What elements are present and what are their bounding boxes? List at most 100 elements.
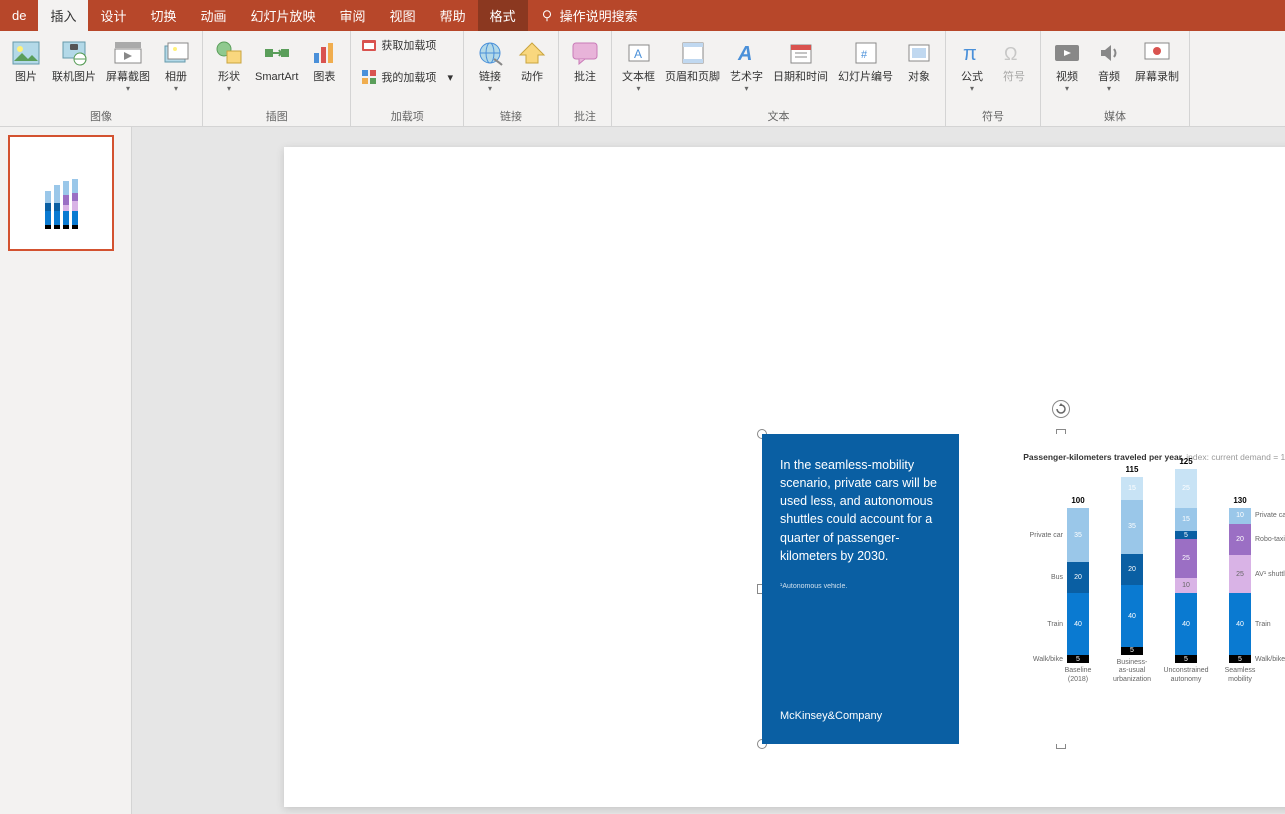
tab-animation[interactable]: 动画: [189, 0, 239, 31]
store-icon: [361, 37, 377, 53]
slide-thumbnail-1[interactable]: [8, 135, 114, 251]
chart-headline: In the seamless-mobility scenario, priva…: [780, 456, 941, 565]
workspace: In the seamless-mobility scenario, priva…: [0, 127, 1285, 814]
textbox-button[interactable]: A 文本框▾: [618, 35, 659, 95]
addins-icon: [361, 69, 377, 85]
group-text: A 文本框▾ 页眉和页脚 A 艺术字▾ 日期和时间 # 幻灯片编号 对象: [612, 31, 946, 126]
datetime-icon: [785, 37, 817, 69]
screenrec-button[interactable]: 屏幕录制: [1131, 35, 1183, 86]
datetime-button[interactable]: 日期和时间: [769, 35, 832, 86]
pictures-button[interactable]: 图片: [6, 35, 46, 86]
online-picture-icon: [58, 37, 90, 69]
object-button[interactable]: 对象: [899, 35, 939, 86]
bar-column: 125540102551525Unconstrained autonomy: [1170, 457, 1202, 684]
link-button[interactable]: 链接▾: [470, 35, 510, 95]
album-icon: [160, 37, 192, 69]
tab-design[interactable]: 设计: [88, 0, 138, 31]
svg-text:#: #: [861, 49, 868, 61]
svg-text:A: A: [634, 47, 642, 61]
link-icon: [474, 37, 506, 69]
screenrec-icon: [1141, 37, 1173, 69]
slidenum-button[interactable]: # 幻灯片编号: [834, 35, 897, 86]
tab-insert[interactable]: 插入: [38, 0, 88, 31]
headerfooter-icon: [677, 37, 709, 69]
chart-left-panel: In the seamless-mobility scenario, priva…: [762, 434, 959, 744]
chart-brand: McKinsey&Company: [780, 710, 941, 722]
symbol-icon: Ω: [998, 37, 1030, 69]
symbol-button: Ω 符号: [994, 35, 1034, 86]
group-label-text: 文本: [618, 106, 939, 124]
ribbon: 图片 联机图片 屏幕截图▾ 相册▾ 图像 形状▾: [0, 31, 1285, 127]
chart-bars: 1005402035Walk/bikeTrainBusPrivate carBa…: [969, 470, 1285, 684]
slidenum-icon: #: [850, 37, 882, 69]
screenshot-button[interactable]: 屏幕截图▾: [102, 35, 154, 95]
shapes-icon: [213, 37, 245, 69]
textbox-icon: A: [623, 37, 655, 69]
audio-button[interactable]: 音频▾: [1089, 35, 1129, 95]
svg-text:Ω: Ω: [1004, 44, 1017, 64]
video-button[interactable]: 视频▾: [1047, 35, 1087, 95]
chart-icon: [308, 37, 340, 69]
tab-format[interactable]: 格式: [478, 0, 528, 31]
object-icon: [903, 37, 935, 69]
group-illustrations: 形状▾ SmartArt 图表 插图: [203, 31, 351, 126]
group-media: 视频▾ 音频▾ 屏幕录制 媒体: [1041, 31, 1190, 126]
comment-icon: [569, 37, 601, 69]
wordart-button[interactable]: A 艺术字▾: [726, 35, 767, 95]
svg-text:A: A: [737, 43, 752, 65]
group-label-media: 媒体: [1047, 106, 1183, 124]
group-comments: 批注 批注: [559, 31, 612, 126]
selected-picture[interactable]: In the seamless-mobility scenario, priva…: [762, 434, 1285, 744]
online-pictures-button[interactable]: 联机图片: [48, 35, 100, 86]
picture-icon: [10, 37, 42, 69]
audio-icon: [1093, 37, 1125, 69]
smartart-icon: [261, 37, 293, 69]
slide-thumbnail-pane: [0, 127, 132, 814]
bar-column: 115540203515Business-as-usual urbanizati…: [1116, 465, 1148, 684]
get-addins-button[interactable]: 获取加载项: [357, 35, 457, 55]
rotate-icon: [1055, 403, 1067, 415]
group-links: 链接▾ 动作 链接: [464, 31, 559, 126]
headerfooter-button[interactable]: 页眉和页脚: [661, 35, 724, 86]
tab-transition[interactable]: 切换: [139, 0, 189, 31]
group-label-comments: 批注: [565, 106, 605, 124]
bar-column: 130540252010Walk/bikeTrainAV¹ shuttleRob…: [1224, 496, 1256, 684]
tab-view[interactable]: 视图: [378, 0, 428, 31]
slide-canvas-area[interactable]: In the seamless-mobility scenario, priva…: [132, 127, 1285, 814]
group-label-images: 图像: [6, 106, 196, 124]
screenshot-icon: [112, 37, 144, 69]
tab-file[interactable]: de: [0, 0, 38, 31]
bar-column: 1005402035Walk/bikeTrainBusPrivate carBa…: [1062, 496, 1094, 684]
rotate-handle[interactable]: [1052, 400, 1070, 418]
tab-review[interactable]: 审阅: [328, 0, 378, 31]
chart-right-panel: Passenger-kilometers traveled per year, …: [959, 434, 1285, 744]
svg-text:π: π: [963, 43, 977, 65]
tell-me-search[interactable]: 操作说明搜索: [528, 0, 650, 31]
chart-footnote: ¹Autonomous vehicle.: [780, 583, 941, 590]
group-label-addins: 加载项: [357, 106, 457, 124]
smartart-button[interactable]: SmartArt: [251, 35, 302, 86]
video-icon: [1051, 37, 1083, 69]
action-icon: [516, 37, 548, 69]
group-label-links: 链接: [470, 106, 552, 124]
menu-tabs: de 插入 设计 切换 动画 幻灯片放映 审阅 视图 帮助 格式 操作说明搜索: [0, 0, 1285, 31]
album-button[interactable]: 相册▾: [156, 35, 196, 95]
chart-button[interactable]: 图表: [304, 35, 344, 86]
equation-button[interactable]: π 公式▾: [952, 35, 992, 95]
group-addins: 获取加载项 我的加载项 ▾ 加载项: [351, 31, 464, 126]
group-images: 图片 联机图片 屏幕截图▾ 相册▾ 图像: [0, 31, 203, 126]
mckinsey-chart: In the seamless-mobility scenario, priva…: [762, 434, 1285, 744]
action-button[interactable]: 动作: [512, 35, 552, 86]
tell-me-label: 操作说明搜索: [560, 6, 638, 25]
wordart-icon: A: [731, 37, 763, 69]
group-symbols: π 公式▾ Ω 符号 符号: [946, 31, 1041, 126]
group-label-symbols: 符号: [952, 106, 1034, 124]
comment-button[interactable]: 批注: [565, 35, 605, 86]
tab-slideshow[interactable]: 幻灯片放映: [239, 0, 328, 31]
lightbulb-icon: [540, 9, 554, 23]
group-label-illustrations: 插图: [209, 106, 344, 124]
tab-help[interactable]: 帮助: [428, 0, 478, 31]
my-addins-button[interactable]: 我的加载项 ▾: [357, 67, 457, 87]
equation-icon: π: [956, 37, 988, 69]
shapes-button[interactable]: 形状▾: [209, 35, 249, 95]
